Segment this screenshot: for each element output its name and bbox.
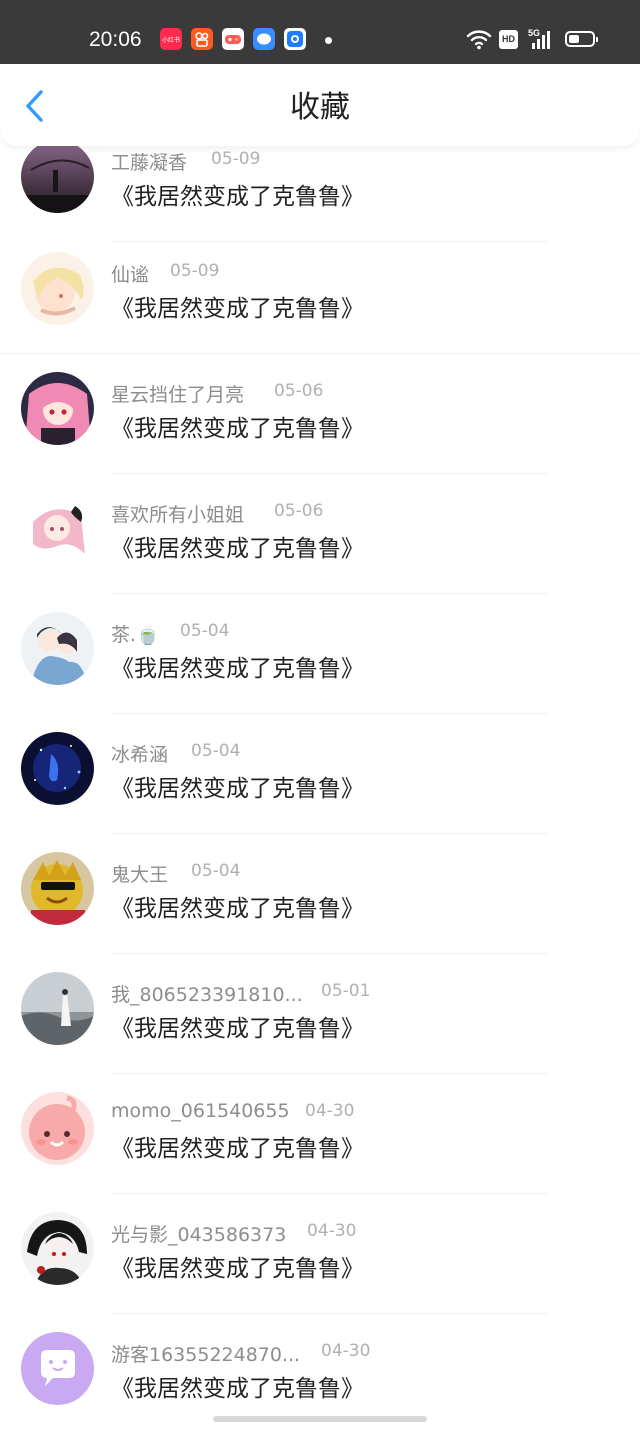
username: 游客16355224870... [111,1344,301,1366]
date: 04-30 [321,1341,371,1361]
item-meta: 茶.🍵 05-04 [111,620,229,648]
list-item[interactable]: 星云挡住了月亮 05-06 《我居然变成了克鲁鲁》 [0,354,640,474]
username: 星云挡住了月亮 [111,384,245,406]
date: 05-04 [191,741,241,761]
avatar[interactable] [21,492,94,565]
date: 05-01 [321,981,371,1001]
status-time: 20:06 [89,28,142,51]
username: 茶.🍵 [111,624,160,646]
item-title: 《我居然变成了克鲁鲁》 [111,1136,364,1162]
battery-icon [565,31,598,47]
list-item[interactable]: 我_806523391810... 05-01 《我居然变成了克鲁鲁》 [0,954,640,1074]
notification-dot [325,37,332,44]
list-item[interactable]: 光与影_043586373 04-30 《我居然变成了克鲁鲁》 [0,1194,640,1314]
avatar[interactable] [21,612,94,685]
item-meta: 我_806523391810... 05-01 [111,980,370,1008]
avatar[interactable] [21,1332,94,1405]
item-meta: 游客16355224870... 04-30 [111,1340,370,1368]
date: 04-30 [307,1221,357,1241]
game-icon [222,28,244,50]
username: 喜欢所有小姐姐 [111,504,245,526]
date: 05-06 [274,501,324,521]
status-bar: 20:06 小红书 HD 5G [0,0,640,64]
username: 我_806523391810... [111,984,303,1006]
avatar[interactable] [21,140,94,213]
item-title: 《我居然变成了克鲁鲁》 [111,656,364,682]
avatar[interactable] [21,1092,94,1165]
kuaishou-icon [191,28,213,50]
username: 仙谧 [111,264,150,286]
date: 05-09 [170,261,220,281]
item-title: 《我居然变成了克鲁鲁》 [111,1256,364,1282]
item-meta: 喜欢所有小姐姐 05-06 [111,500,323,528]
item-meta: 鬼大王 05-04 [111,860,240,888]
username: momo_061540655 [111,1100,290,1122]
username: 光与影_043586373 [111,1224,287,1246]
svg-text:小红书: 小红书 [162,36,180,44]
date: 05-04 [191,861,241,881]
username: 工藤凝香 [111,152,188,174]
item-title: 《我居然变成了克鲁鲁》 [111,1016,364,1042]
list-item[interactable]: 喜欢所有小姐姐 05-06 《我居然变成了克鲁鲁》 [0,474,640,594]
item-meta: 星云挡住了月亮 05-06 [111,380,323,408]
item-meta: 工藤凝香 05-09 [111,148,260,176]
item-meta: momo_061540655 04-30 [111,1100,354,1128]
avatar[interactable] [21,732,94,805]
list-item[interactable]: momo_061540655 04-30 《我居然变成了克鲁鲁》 [0,1074,640,1194]
hd-badge: HD [499,30,518,49]
chat-icon [253,28,275,50]
item-title: 《我居然变成了克鲁鲁》 [111,184,364,210]
signal-icon: 5G [528,28,550,49]
avatar[interactable] [21,1212,94,1285]
xiaohongshu-icon: 小红书 [160,28,182,50]
item-title: 《我居然变成了克鲁鲁》 [111,1376,364,1402]
avatar[interactable] [21,372,94,445]
item-title: 《我居然变成了克鲁鲁》 [111,536,364,562]
list-item[interactable]: 茶.🍵 05-04 《我居然变成了克鲁鲁》 [0,594,640,714]
list-item[interactable]: 鬼大王 05-04 《我居然变成了克鲁鲁》 [0,834,640,954]
list-item[interactable]: 仙谧 05-09 《我居然变成了克鲁鲁》 [0,234,640,354]
avatar[interactable] [21,972,94,1045]
nav-header: 收藏 [0,64,640,146]
item-title: 《我居然变成了克鲁鲁》 [111,416,364,442]
item-meta: 仙谧 05-09 [111,260,219,288]
item-title: 《我居然变成了克鲁鲁》 [111,896,364,922]
item-title: 《我居然变成了克鲁鲁》 [111,776,364,802]
avatar[interactable] [21,252,94,325]
avatar[interactable] [21,852,94,925]
item-meta: 光与影_043586373 04-30 [111,1220,356,1248]
browser-icon [284,28,306,50]
item-meta: 冰希涵 05-04 [111,740,240,768]
date: 05-06 [274,381,324,401]
date: 05-09 [211,149,261,169]
date: 04-30 [305,1101,355,1121]
list-item[interactable]: 冰希涵 05-04 《我居然变成了克鲁鲁》 [0,714,640,834]
home-indicator[interactable] [213,1416,427,1422]
date: 05-04 [180,621,230,641]
item-title: 《我居然变成了克鲁鲁》 [111,296,364,322]
wifi-icon [466,30,492,50]
page-title: 收藏 [290,90,350,125]
username: 鬼大王 [111,864,169,886]
network-label: 5G [528,28,540,38]
username: 冰希涵 [111,744,169,766]
